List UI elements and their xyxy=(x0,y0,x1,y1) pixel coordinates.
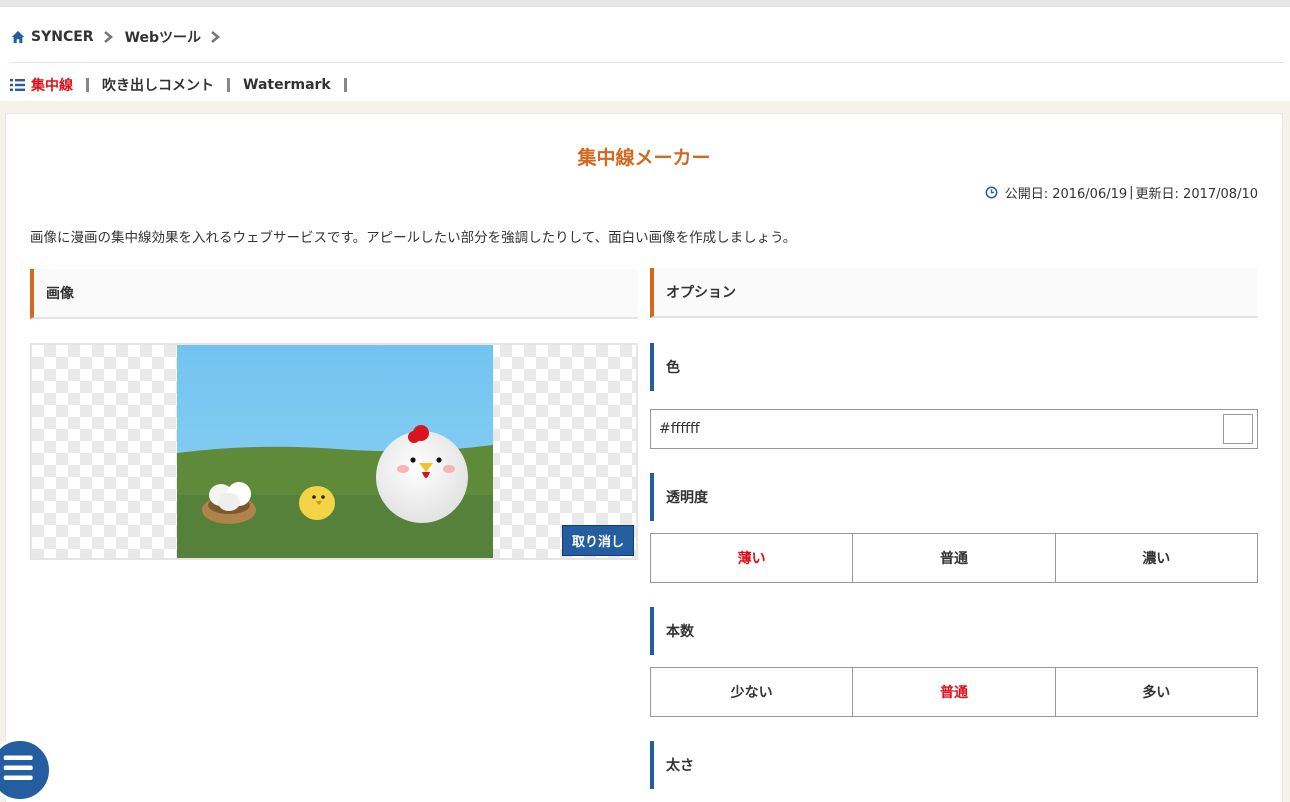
color-option-heading: 色 xyxy=(650,343,1258,391)
nav-item-concentration-lines[interactable]: 集中線 xyxy=(31,75,73,95)
count-options: 少ない 普通 多い xyxy=(650,667,1258,717)
home-icon xyxy=(11,30,25,44)
opacity-light-button[interactable]: 薄い xyxy=(651,534,854,582)
site-header: SYNCER Webツール 集中線 吹き出しコメント Watermark xyxy=(0,0,1290,101)
page-title: 集中線メーカー xyxy=(577,147,711,169)
image-section-heading: 画像 xyxy=(30,269,638,319)
preview-photo xyxy=(177,345,493,558)
count-normal-button[interactable]: 普通 xyxy=(853,668,1056,716)
opacity-option-heading: 透明度 xyxy=(650,473,1258,521)
chevron-right-icon xyxy=(211,31,221,43)
cancel-button[interactable]: 取り消し xyxy=(562,525,634,556)
color-swatch[interactable] xyxy=(1223,414,1253,444)
image-heading-label: 画像 xyxy=(46,286,74,302)
nav-separator xyxy=(343,78,347,92)
clock-icon xyxy=(985,186,998,199)
opacity-normal-button[interactable]: 普通 xyxy=(853,534,1056,582)
image-preview[interactable]: 取り消し xyxy=(30,343,638,560)
count-option-heading: 本数 xyxy=(650,607,1258,655)
thickness-option-heading: 太さ xyxy=(650,741,1258,789)
thickness-label: 太さ xyxy=(666,758,694,774)
updated-date: 更新日: 2017/08/10 xyxy=(1135,187,1258,202)
color-input[interactable]: #ffffff xyxy=(650,409,1258,449)
hamburger-icon xyxy=(3,755,33,780)
nav-separator xyxy=(227,78,230,92)
count-many-button[interactable]: 多い xyxy=(1056,668,1257,716)
tool-nav: 集中線 吹き出しコメント Watermark xyxy=(10,74,360,96)
nav-separator xyxy=(86,78,89,92)
opacity-dark-button[interactable]: 濃い xyxy=(1056,534,1257,582)
color-label: 色 xyxy=(666,360,680,376)
opacity-options: 薄い 普通 濃い xyxy=(650,533,1258,583)
list-icon xyxy=(10,79,25,91)
published-date: 公開日: 2016/06/19 xyxy=(1004,187,1128,202)
date-separator: | xyxy=(1129,185,1134,200)
post-dates: 公開日: 2016/06/19 | 更新日: 2017/08/10 xyxy=(985,183,1258,202)
header-border xyxy=(0,6,1290,7)
menu-button[interactable] xyxy=(0,738,52,802)
nav-item-watermark[interactable]: Watermark xyxy=(243,77,331,93)
count-label: 本数 xyxy=(666,624,694,640)
color-value: #ffffff xyxy=(659,421,700,437)
nav-item-speech-bubble[interactable]: 吹き出しコメント xyxy=(102,75,214,95)
header-divider xyxy=(10,62,1284,63)
chevron-right-icon xyxy=(103,31,113,43)
options-section-heading: オプション xyxy=(650,268,1258,318)
options-heading-label: オプション xyxy=(666,285,736,301)
count-few-button[interactable]: 少ない xyxy=(651,668,854,716)
breadcrumb-home-link[interactable]: SYNCER xyxy=(31,29,94,45)
opacity-label: 透明度 xyxy=(666,490,708,506)
breadcrumb-webtools-link[interactable]: Webツール xyxy=(125,27,201,47)
intro-text: 画像に漫画の集中線効果を入れるウェブサービスです。アピールしたい部分を強調したり… xyxy=(30,230,797,246)
breadcrumb: SYNCER Webツール xyxy=(11,26,232,48)
